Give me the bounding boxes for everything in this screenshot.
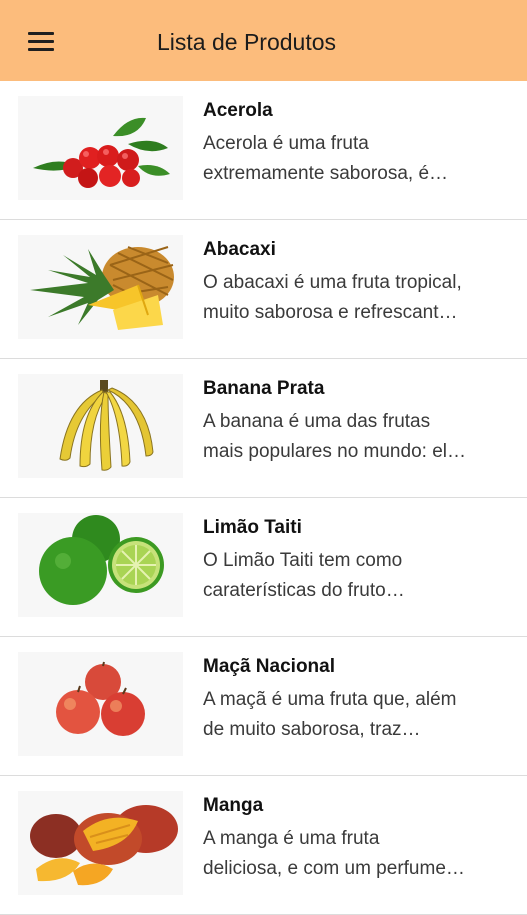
- app-bar: Lista de Produtos: [0, 0, 527, 81]
- acerola-image: [18, 96, 183, 200]
- product-description: O abacaxi é uma fruta tropical, muito sa…: [203, 272, 462, 323]
- manga-image: [18, 791, 183, 895]
- product-description: A banana é uma das frutas mais populares…: [203, 411, 466, 462]
- maca-image: [18, 652, 183, 756]
- product-name: Maçã Nacional: [203, 656, 335, 677]
- page-title: Lista de Produtos: [157, 29, 337, 55]
- product-item-maca-nacional[interactable]: Maçã Nacional A maçã é uma fruta que, al…: [0, 637, 527, 776]
- abacaxi-image: [18, 235, 183, 339]
- product-description: A manga é uma fruta deliciosa, e com um …: [203, 828, 465, 879]
- product-item-acerola[interactable]: Acerola Acerola é uma fruta extremamente…: [0, 81, 527, 220]
- limao-image: [18, 513, 183, 617]
- product-name: Banana Prata: [203, 378, 325, 399]
- product-description: A maçã é uma fruta que, além de muito sa…: [203, 689, 457, 740]
- hamburger-menu-icon[interactable]: [18, 23, 64, 61]
- product-item-manga[interactable]: Manga A manga é uma fruta deliciosa, e c…: [0, 776, 527, 915]
- product-name: Abacaxi: [203, 239, 276, 260]
- product-item-limao-taiti[interactable]: Limão Taiti O Limão Taiti tem como carat…: [0, 498, 527, 637]
- product-item-banana-prata[interactable]: Banana Prata A banana é uma das frutas m…: [0, 359, 527, 498]
- product-list: Acerola Acerola é uma fruta extremamente…: [0, 81, 527, 915]
- product-name: Acerola: [203, 100, 273, 121]
- product-name: Manga: [203, 795, 264, 816]
- banana-image: [18, 374, 183, 478]
- product-item-abacaxi[interactable]: Abacaxi O abacaxi é uma fruta tropical, …: [0, 220, 527, 359]
- product-description: Acerola é uma fruta extremamente saboros…: [203, 133, 449, 184]
- product-name: Limão Taiti: [203, 517, 302, 538]
- product-description: O Limão Taiti tem como caraterísticas do…: [203, 550, 405, 601]
